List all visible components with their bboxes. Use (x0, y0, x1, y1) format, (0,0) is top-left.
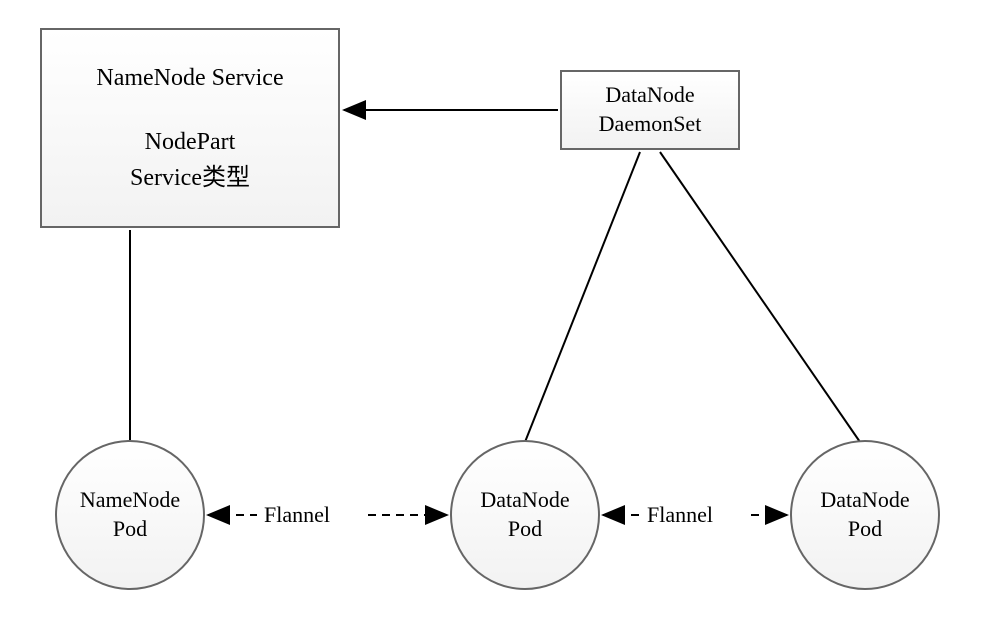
datanode-daemonset-box: DataNode DaemonSet (560, 70, 740, 150)
namenode-pod-line1: NameNode (80, 486, 180, 515)
namenode-service-title: NameNode Service (96, 60, 283, 96)
datanode-pod-1-line1: DataNode (480, 486, 569, 515)
namenode-service-line2: NodePart (145, 124, 236, 160)
edge-daemonset-to-datanode-pod-1 (525, 152, 640, 442)
namenode-service-box: NameNode Service NodePart Service类型 (40, 28, 340, 228)
edge-daemonset-to-datanode-pod-2 (660, 152, 860, 442)
namenode-pod-line2: Pod (113, 515, 147, 544)
datanode-daemonset-line1: DataNode (605, 81, 694, 110)
architecture-diagram: NameNode Service NodePart Service类型 Data… (0, 0, 1000, 626)
datanode-pod-2-circle: DataNode Pod (790, 440, 940, 590)
namenode-pod-circle: NameNode Pod (55, 440, 205, 590)
datanode-daemonset-line2: DaemonSet (599, 110, 702, 139)
datanode-pod-1-line2: Pod (508, 515, 542, 544)
datanode-pod-1-circle: DataNode Pod (450, 440, 600, 590)
namenode-service-line3: Service类型 (130, 160, 250, 196)
datanode-pod-2-line1: DataNode (820, 486, 909, 515)
datanode-pod-2-line2: Pod (848, 515, 882, 544)
flannel-label-1: Flannel (264, 502, 330, 528)
flannel-label-2: Flannel (647, 502, 713, 528)
